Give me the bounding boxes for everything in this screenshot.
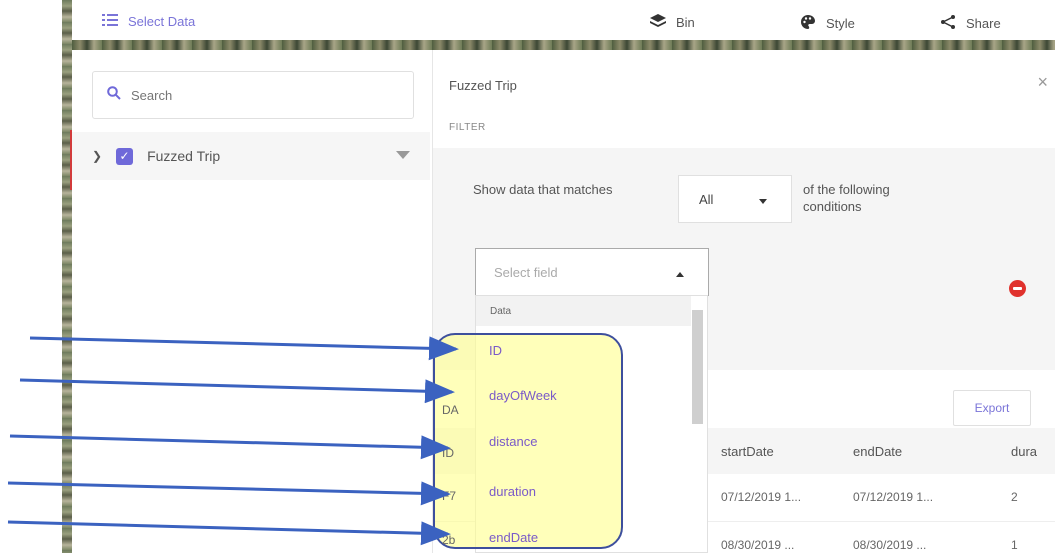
arrow-to-dayofweek — [19, 378, 455, 404]
annotation-arrows — [7, 336, 459, 546]
arrow-to-duration — [7, 481, 451, 506]
arrow-to-distance — [9, 434, 451, 460]
arrow-to-enddate — [7, 520, 451, 546]
arrow-to-id — [29, 336, 459, 361]
